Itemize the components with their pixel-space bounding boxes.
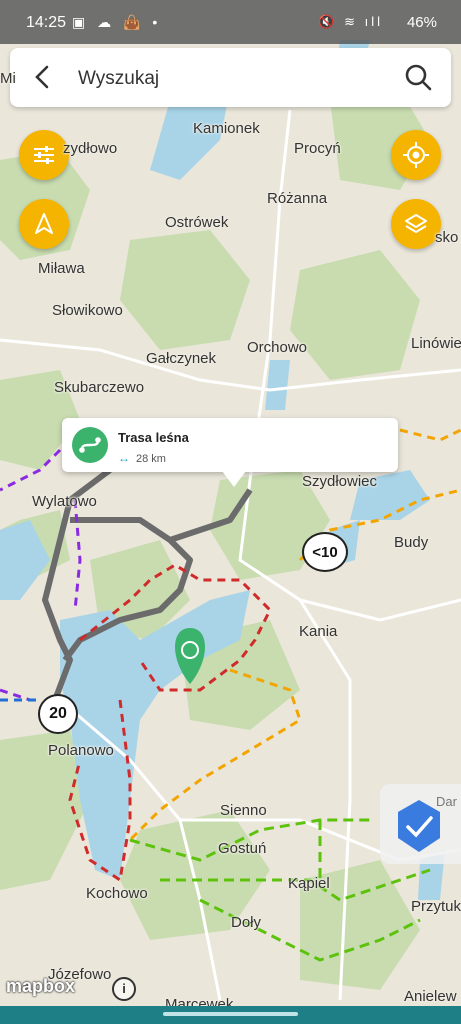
place-label: Miława [38,260,85,277]
place-label: Szydłowiec [302,473,378,490]
place-label: Słowikowo [52,302,123,319]
verified-card[interactable]: Dar [380,784,461,864]
mapbox-logo[interactable]: mapbox [6,976,75,997]
route-distance: ↔ 28 km [118,451,166,465]
place-label: Gałczynek [146,350,217,367]
place-label: Orchowo [247,339,308,356]
speed-limit-badge: <10 [302,532,348,572]
card-label: Dar [436,794,457,809]
place-label: Polanowo [48,742,114,759]
status-time: 14:25 [26,14,67,31]
search-input[interactable]: Wyszukaj [78,68,159,90]
route-icon [72,427,108,463]
place-label: Sienno [220,802,267,819]
place-label: Skubarczewo [54,379,145,396]
compass-button[interactable] [19,199,69,249]
sliders-icon [34,146,54,164]
place-label: sko [435,229,459,246]
place-label: Gostuń [218,840,267,857]
crosshair-icon [403,142,429,168]
popup-pointer [222,471,246,487]
status-bar: 14:25 ▣ ☁ 👜 • 🔇 ≋ ıll 46% [0,0,461,44]
battery-indicator: 46% [406,14,437,31]
attribution-info-icon[interactable]: i [112,977,136,1001]
home-gesture-handle[interactable] [163,1012,298,1016]
place-label: Anielew [404,988,457,1005]
place-label: Linówie [411,335,461,352]
navigation-arrow-icon [35,213,53,234]
filter-button[interactable] [19,130,69,180]
speed-limit-badge: 20 [38,694,78,734]
layers-button[interactable] [391,199,441,249]
notification-icons: ▣ ☁ 👜 • [72,14,162,30]
route-title: Trasa leśna [118,430,189,445]
route-distance-value: 28 km [136,453,166,465]
place-label: Doły [231,914,262,931]
distance-arrows-icon: ↔ [118,451,130,465]
layers-icon [405,214,427,233]
back-arrow-icon[interactable] [28,62,58,92]
place-label: Kamionek [193,120,260,137]
signal-icons: 🔇 ≋ ıll [318,14,383,29]
place-label: Mi [0,70,16,87]
place-label: Przytuk [411,898,461,915]
place-label: Kania [299,623,338,640]
route-popup[interactable]: Trasa leśna ↔ 28 km [62,418,398,472]
place-label: Kąpiel [288,875,330,892]
place-label: Różanna [267,190,328,207]
place-label: Procyń [294,140,341,157]
place-label: zydłowo [63,140,118,157]
place-label: Wylatowo [32,493,97,510]
search-icon[interactable] [403,62,433,92]
place-label: Kochowo [86,885,148,902]
search-bar[interactable]: Wyszukaj [10,48,451,107]
place-label: Ostrówek [165,214,229,231]
locate-me-button[interactable] [391,130,441,180]
place-label: Budy [394,534,429,551]
